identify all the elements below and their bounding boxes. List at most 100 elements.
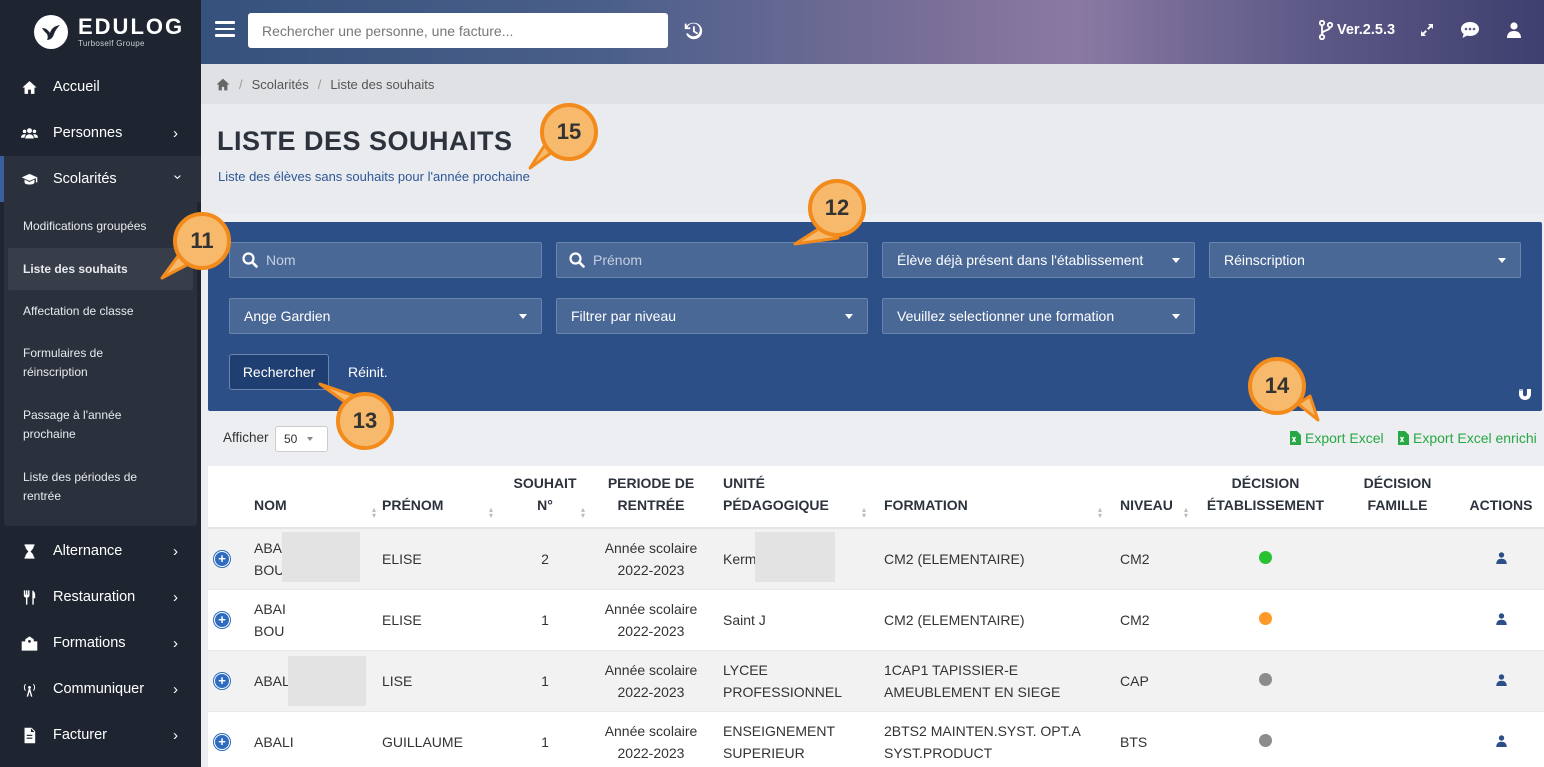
eleve-present-select[interactable]: Élève déjà présent dans l'établissement: [882, 242, 1195, 278]
page-size-select[interactable]: 50: [275, 426, 328, 452]
sort-icon: ▴ ▾: [1183, 505, 1188, 520]
brand-subtitle: Turboself Groupe: [78, 39, 145, 48]
caret-down-icon: [845, 313, 853, 319]
reset-button[interactable]: Réinit.: [348, 354, 388, 390]
global-search-input[interactable]: [248, 13, 668, 48]
niveau-select[interactable]: Filtrer par niveau: [556, 298, 868, 334]
hourglass-icon: [20, 542, 38, 560]
col-decision-famille[interactable]: DÉCISION FAMILLE: [1337, 466, 1458, 529]
submenu-item-liste-periodes-rentree[interactable]: Liste des périodes de rentrée: [8, 456, 193, 518]
home-icon[interactable]: [216, 78, 230, 91]
submenu-item-liste-des-souhaits[interactable]: Liste des souhaits: [8, 248, 193, 290]
decision-status-dot: [1259, 672, 1272, 686]
chevron-right-icon: ›: [173, 588, 178, 606]
sidebar-item-formations[interactable]: Formations ›: [0, 620, 201, 666]
home-icon: [20, 78, 38, 96]
expand-row-icon[interactable]: +: [214, 611, 230, 628]
scolarites-submenu: Modifications groupées Liste des souhait…: [4, 202, 197, 526]
menu-toggle-icon[interactable]: [215, 21, 235, 43]
table-row: + ABAL LISE 1 Année scolaire 2022-2023 LY…: [208, 650, 1544, 712]
graduation-cap-icon: [20, 170, 38, 188]
col-prenom[interactable]: PRÉNOM ▴ ▾: [382, 466, 499, 529]
user-action-icon[interactable]: [1495, 731, 1507, 753]
expand-row-icon[interactable]: +: [214, 672, 230, 689]
sidebar-item-restauration[interactable]: Restauration ›: [0, 574, 201, 620]
col-periode[interactable]: PERIODE DE RENTRÉE: [591, 466, 711, 529]
decision-status-dot: [1259, 550, 1272, 564]
caret-down-icon: [519, 313, 527, 319]
fullscreen-icon[interactable]: [1417, 20, 1437, 40]
submenu-item-passage-annee-prochaine[interactable]: Passage à l'année prochaine: [8, 394, 193, 456]
callout-15: 15: [540, 103, 598, 161]
submenu-item-modifications-groupees[interactable]: Modifications groupées: [8, 210, 193, 242]
col-souhait[interactable]: SOUHAIT N° ▴ ▾: [499, 466, 591, 529]
expand-row-icon[interactable]: +: [214, 733, 230, 750]
sort-icon: ▴ ▾: [1097, 505, 1102, 520]
search-button[interactable]: Rechercher: [229, 354, 329, 390]
bird-logo-icon: [34, 15, 68, 49]
page-subtitle: Liste des élèves sans souhaits pour l'an…: [218, 169, 530, 184]
user-action-icon[interactable]: [1495, 548, 1507, 570]
page-size-label: Afficher: [223, 430, 269, 445]
user-profile-icon[interactable]: [1504, 20, 1524, 40]
callout-13: 13: [336, 392, 394, 450]
filter-panel: Nom Prénom Élève déjà présent dans l'éta…: [208, 222, 1542, 411]
col-expand: [208, 466, 254, 529]
user-action-icon[interactable]: [1495, 670, 1507, 692]
brand-name: EDULOG: [78, 14, 185, 39]
decision-status-dot: [1259, 611, 1272, 625]
souhaits-table: NOM ▴ ▾ PRÉNOM ▴ ▾ SOUHAIT N° ▴ ▾ PERIODE DE REN…: [208, 466, 1544, 767]
sidebar-item-facturer[interactable]: Facturer ›: [0, 712, 201, 758]
ange-gardien-select[interactable]: Ange Gardien: [229, 298, 542, 334]
expand-row-icon[interactable]: +: [214, 550, 230, 567]
submenu-item-affectation-de-classe[interactable]: Affectation de classe: [8, 290, 193, 332]
table-row: + ABALI GUILLAUME 1 Année scolaire 2022-2…: [208, 711, 1544, 767]
callout-11: 11: [173, 212, 231, 270]
col-niveau[interactable]: NIVEAU ▴ ▾: [1108, 466, 1194, 529]
chevron-down-icon: ›: [169, 174, 187, 179]
submenu-item-formulaires-reinscription[interactable]: Formulaires de réinscription: [8, 332, 193, 394]
sidebar-item-accueil[interactable]: Accueil: [0, 64, 201, 110]
col-formation[interactable]: FORMATION ▴ ▾: [872, 466, 1108, 529]
chevron-right-icon: ›: [173, 726, 178, 744]
nom-filter-input[interactable]: Nom: [229, 242, 542, 278]
caret-down-icon: [1172, 313, 1180, 319]
col-decision-etablissement[interactable]: DÉCISION ÉTABLISSEMENT: [1194, 466, 1337, 529]
col-actions: ACTIONS: [1458, 466, 1544, 529]
sidebar-item-personnes[interactable]: Personnes ›: [0, 110, 201, 156]
users-icon: [20, 124, 38, 142]
col-unite[interactable]: UNITÉ PÉDAGOGIQUE ▴ ▾: [711, 466, 872, 529]
search-icon: [242, 252, 258, 268]
sort-icon: ▴ ▾: [488, 505, 493, 520]
excel-file-icon: [1290, 431, 1301, 445]
user-action-icon[interactable]: [1495, 609, 1507, 631]
sidebar-item-scolarites[interactable]: Scolarités ›: [0, 156, 201, 202]
prenom-filter-input[interactable]: Prénom: [556, 242, 868, 278]
school-icon: [20, 634, 38, 652]
chat-icon[interactable]: [1460, 20, 1480, 40]
chevron-right-icon: ›: [173, 542, 178, 560]
magnet-collapse-icon[interactable]: [1518, 387, 1532, 401]
export-excel-enriched-button[interactable]: Export Excel enrichi: [1398, 430, 1537, 446]
col-nom[interactable]: NOM ▴ ▾: [254, 466, 382, 529]
redacted-name: [282, 532, 360, 582]
breadcrumb-current: Liste des souhaits: [330, 76, 435, 92]
page-header: LISTE DES SOUHAITS Liste des élèves sans…: [201, 104, 1544, 214]
history-icon[interactable]: [682, 20, 704, 42]
decision-status-dot: [1259, 733, 1272, 747]
code-branch-icon: [1319, 20, 1333, 40]
sidebar-item-communiquer[interactable]: Communiquer ›: [0, 666, 201, 712]
export-excel-button[interactable]: Export Excel: [1290, 430, 1384, 446]
version-button[interactable]: Ver.2.5.3: [1319, 20, 1395, 40]
breadcrumb-scolarites[interactable]: Scolarités: [252, 77, 309, 92]
invoice-icon: [20, 726, 38, 744]
utensils-icon: [20, 588, 38, 606]
search-icon: [569, 252, 585, 268]
sidebar-item-alternance[interactable]: Alternance ›: [0, 528, 201, 574]
reinscription-select[interactable]: Réinscription: [1209, 242, 1521, 278]
redacted-name: [288, 655, 366, 706]
table-row: + ABA BOU ELISE 2 Année scolaire 2022-2023…: [208, 528, 1544, 590]
formation-select[interactable]: Veuillez selectionner une formation: [882, 298, 1195, 334]
brand-logo[interactable]: EDULOG Turboself Groupe: [0, 0, 201, 64]
chevron-right-icon: ›: [173, 124, 178, 142]
